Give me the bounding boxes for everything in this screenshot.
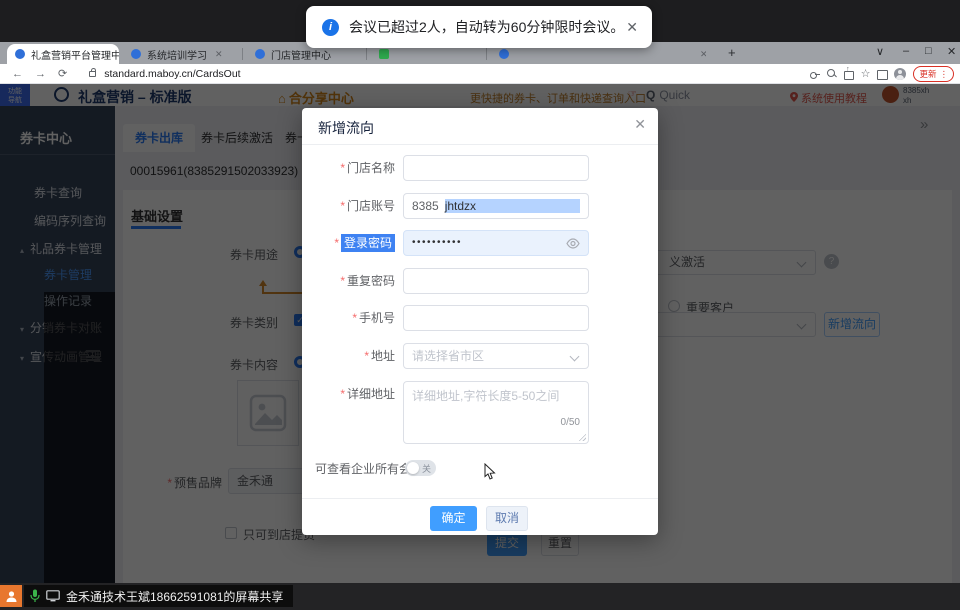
modal-close-icon[interactable]: ✕ — [634, 116, 646, 133]
store-account-input[interactable]: 8385 jhtdzx — [403, 193, 589, 219]
required-star: * — [340, 387, 345, 401]
browser-tab-1[interactable]: 礼盒营销平台管理中心 ✕ — [7, 44, 119, 64]
label-text: 登录密码 — [341, 234, 395, 252]
info-icon: i — [322, 19, 339, 36]
toast-close-icon[interactable]: ✕ — [626, 19, 638, 36]
label-text: 手机号 — [359, 311, 395, 325]
region-placeholder: 请选择省市区 — [412, 349, 484, 363]
tab-separator — [366, 48, 367, 60]
share-status-text: 金禾通技术王斌18662591081的屏幕共享 — [66, 588, 283, 605]
share-icon[interactable] — [844, 69, 854, 79]
account-prefix: 8385 — [412, 199, 439, 213]
required-star: * — [340, 199, 345, 213]
add-flow-modal: 新增流向 ✕ *门店名称 *门店账号 8385jhtdzx *登录密码 ••••… — [302, 108, 658, 535]
bookmark-star-icon[interactable]: ☆ — [861, 69, 871, 79]
toggle-knob — [407, 462, 419, 474]
member-visibility-toggle[interactable]: 关 — [405, 460, 436, 476]
tab-separator — [486, 48, 487, 60]
site-favicon — [131, 49, 141, 59]
login-password-input[interactable]: •••••••••• — [403, 230, 589, 256]
mouse-cursor — [484, 463, 496, 480]
resize-handle[interactable] — [578, 433, 586, 441]
required-star: * — [340, 161, 345, 175]
url-text[interactable]: standard.maboy.cn/CardsOut — [104, 68, 240, 80]
forward-icon[interactable]: → — [35, 68, 46, 80]
required-star: * — [364, 349, 369, 363]
member-indicator[interactable] — [0, 585, 22, 607]
screen-share-icon — [46, 590, 60, 602]
tab-label: 系统培训学习 — [147, 47, 207, 62]
site-favicon — [15, 49, 25, 59]
window-minimize-icon[interactable]: – — [903, 45, 909, 57]
tab-close-icon[interactable]: ✕ — [700, 49, 706, 60]
confirm-button[interactable]: 确定 — [430, 506, 477, 531]
reload-icon[interactable]: ⟳ — [58, 67, 67, 80]
label-text: 地址 — [371, 349, 395, 363]
eye-icon[interactable] — [566, 238, 580, 249]
screen-share-bar: 金禾通技术王斌18662591081的屏幕共享 — [0, 583, 960, 610]
required-star: * — [340, 274, 345, 288]
tab-label: 门店管理中心 — [271, 47, 331, 62]
label-address: *地址 — [307, 343, 395, 369]
new-tab-button[interactable]: + — [728, 45, 736, 60]
browser-tab-2[interactable]: 系统培训学习 ✕ — [123, 44, 239, 64]
profile-avatar-icon[interactable] — [894, 68, 906, 80]
label-phone: *手机号 — [307, 305, 395, 331]
chrome-update-button[interactable]: 更新 ⋮ — [913, 66, 954, 82]
detail-address-placeholder: 详细地址,字符长度5-50之间 — [412, 389, 559, 403]
reading-list-icon[interactable] — [877, 69, 887, 79]
required-star: * — [352, 311, 357, 325]
cancel-button[interactable]: 取消 — [486, 506, 528, 531]
update-label: 更新 — [919, 68, 936, 80]
modal-title: 新增流向 — [318, 118, 374, 138]
kebab-menu-icon[interactable]: ⋮ — [940, 69, 949, 80]
label-text: 门店名称 — [347, 161, 395, 175]
label-text: 重复密码 — [347, 274, 395, 288]
back-icon[interactable]: ← — [12, 68, 23, 80]
window-maximize-icon[interactable]: □ — [925, 45, 932, 57]
required-star: * — [334, 236, 339, 250]
chevron-down-icon — [570, 352, 580, 362]
account-value-selected: jhtdzx — [445, 199, 580, 213]
divider — [302, 144, 658, 145]
site-favicon — [255, 49, 265, 59]
label-text: 详细地址 — [347, 387, 395, 401]
label-store-name: *门店名称 — [307, 155, 395, 181]
label-login-password: *登录密码 — [307, 230, 395, 256]
share-status-pill: 金禾通技术王斌18662591081的屏幕共享 — [24, 585, 293, 607]
repeat-password-input[interactable] — [403, 268, 589, 294]
label-repeat-password: *重复密码 — [307, 268, 395, 294]
window-close-icon[interactable]: ✕ — [947, 45, 956, 58]
tab-separator — [242, 48, 243, 60]
address-bar: ← → ⟳ standard.maboy.cn/CardsOut ☆ 更新 ⋮ — [0, 64, 960, 84]
screen: 礼盒营销平台管理中心 ✕ 系统培训学习 ✕ 门店管理中心 ✕ + — [0, 0, 960, 610]
password-dots: •••••••••• — [412, 237, 462, 248]
detail-address-textarea[interactable]: 详细地址,字符长度5-50之间 0/50 — [403, 381, 589, 444]
toggle-state-text: 关 — [422, 462, 431, 475]
window-menu-icon[interactable]: ∨ — [876, 45, 884, 58]
lock-icon[interactable] — [89, 71, 96, 77]
toast-message: 会议已超过2人，自动转为60分钟限时会议。 — [349, 17, 624, 37]
zoom-icon[interactable] — [827, 69, 837, 79]
char-counter: 0/50 — [561, 416, 580, 430]
site-favicon — [499, 49, 509, 59]
person-icon — [5, 590, 18, 603]
tab-label: 礼盒营销平台管理中心 — [31, 47, 119, 62]
store-name-input[interactable] — [403, 155, 589, 181]
label-text: 门店账号 — [347, 199, 395, 213]
microphone-icon — [30, 589, 40, 603]
label-store-account: *门店账号 — [307, 193, 395, 219]
meeting-toast: i 会议已超过2人，自动转为60分钟限时会议。 ✕ — [306, 6, 652, 48]
tab-close-icon[interactable]: ✕ — [215, 49, 223, 60]
region-select[interactable]: 请选择省市区 — [403, 343, 589, 369]
password-key-icon[interactable] — [810, 69, 820, 79]
site-favicon — [379, 49, 389, 59]
label-detail-address: *详细地址 — [307, 381, 395, 407]
phone-input[interactable] — [403, 305, 589, 331]
divider — [302, 498, 658, 499]
